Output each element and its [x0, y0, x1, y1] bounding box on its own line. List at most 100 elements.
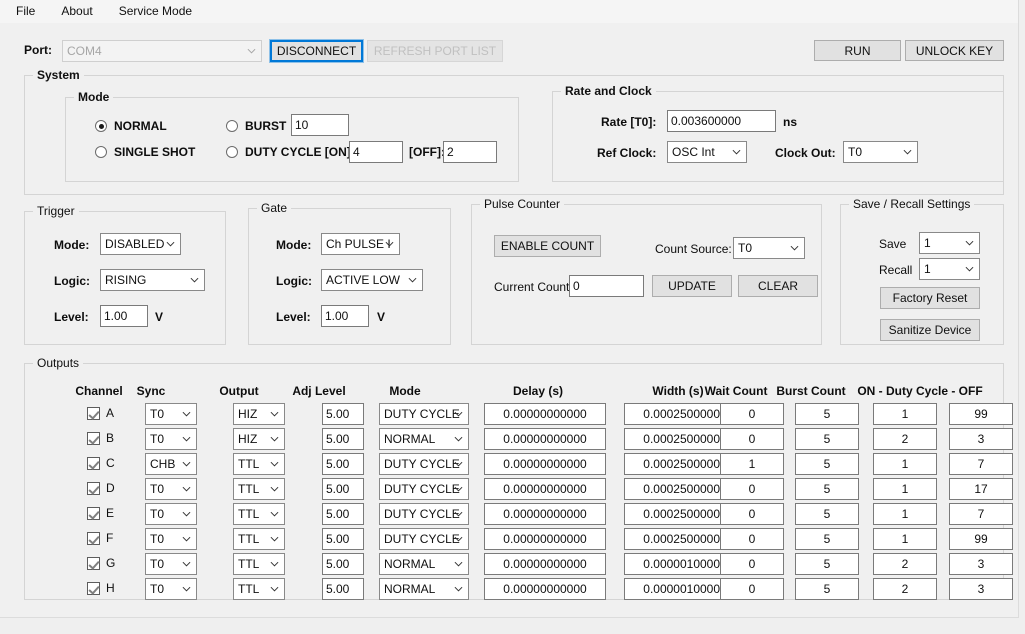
- duty-on-input[interactable]: 4: [349, 141, 403, 163]
- adj-level-input-h[interactable]: 5.00: [322, 578, 364, 600]
- burst-count-input-h[interactable]: 5: [795, 578, 859, 600]
- delay-input-b[interactable]: 0.00000000000: [484, 428, 606, 450]
- radio-single-shot[interactable]: SINGLE SHOT: [95, 145, 195, 159]
- channel-enable-checkbox-g[interactable]: [87, 557, 100, 570]
- mode-combobox-f[interactable]: DUTY CYCLE: [379, 528, 469, 550]
- refresh-port-list-button[interactable]: REFRESH PORT LIST: [367, 40, 503, 62]
- delay-input-a[interactable]: 0.00000000000: [484, 403, 606, 425]
- duty-off-input-e[interactable]: 7: [949, 503, 1013, 525]
- duty-on-input-f[interactable]: 1: [873, 528, 937, 550]
- burst-count-input-d[interactable]: 5: [795, 478, 859, 500]
- adj-level-input-c[interactable]: 5.00: [322, 453, 364, 475]
- menu-item-about[interactable]: About: [59, 2, 104, 21]
- channel-enable-checkbox-a[interactable]: [87, 407, 100, 420]
- delay-input-g[interactable]: 0.00000000000: [484, 553, 606, 575]
- radio-burst[interactable]: BURST: [226, 119, 286, 133]
- burst-count-input-c[interactable]: 5: [795, 453, 859, 475]
- enable-count-button[interactable]: ENABLE COUNT: [494, 235, 601, 257]
- recall-slot-combobox[interactable]: 1: [919, 258, 980, 280]
- sanitize-device-button[interactable]: Sanitize Device: [880, 319, 980, 341]
- sync-combobox-f[interactable]: T0: [145, 528, 197, 550]
- channel-enable-checkbox-f[interactable]: [87, 532, 100, 545]
- adj-level-input-g[interactable]: 5.00: [322, 553, 364, 575]
- duty-on-input-c[interactable]: 1: [873, 453, 937, 475]
- wait-count-input-a[interactable]: 0: [720, 403, 784, 425]
- mode-combobox-a[interactable]: DUTY CYCLE: [379, 403, 469, 425]
- adj-level-input-d[interactable]: 5.00: [322, 478, 364, 500]
- duty-off-input-g[interactable]: 3: [949, 553, 1013, 575]
- sync-combobox-g[interactable]: T0: [145, 553, 197, 575]
- wait-count-input-b[interactable]: 0: [720, 428, 784, 450]
- save-slot-combobox[interactable]: 1: [919, 232, 980, 254]
- wait-count-input-c[interactable]: 1: [720, 453, 784, 475]
- output-combobox-e[interactable]: TTL: [233, 503, 285, 525]
- duty-on-input-d[interactable]: 1: [873, 478, 937, 500]
- factory-reset-button[interactable]: Factory Reset: [880, 287, 980, 309]
- unlock-key-button[interactable]: UNLOCK KEY: [905, 40, 1004, 61]
- burst-count-input-f[interactable]: 5: [795, 528, 859, 550]
- channel-enable-checkbox-e[interactable]: [87, 507, 100, 520]
- radio-normal[interactable]: NORMAL: [95, 119, 167, 133]
- duty-off-input-c[interactable]: 7: [949, 453, 1013, 475]
- output-combobox-d[interactable]: TTL: [233, 478, 285, 500]
- trigger-logic-combobox[interactable]: RISING: [100, 269, 205, 291]
- mode-combobox-c[interactable]: DUTY CYCLE: [379, 453, 469, 475]
- duty-on-input-h[interactable]: 2: [873, 578, 937, 600]
- adj-level-input-a[interactable]: 5.00: [322, 403, 364, 425]
- duty-off-input-d[interactable]: 17: [949, 478, 1013, 500]
- burst-count-input-b[interactable]: 5: [795, 428, 859, 450]
- duty-off-input-f[interactable]: 99: [949, 528, 1013, 550]
- port-combobox[interactable]: COM4: [62, 40, 262, 62]
- mode-combobox-e[interactable]: DUTY CYCLE: [379, 503, 469, 525]
- duty-on-input-a[interactable]: 1: [873, 403, 937, 425]
- output-combobox-g[interactable]: TTL: [233, 553, 285, 575]
- channel-enable-checkbox-b[interactable]: [87, 432, 100, 445]
- channel-enable-checkbox-c[interactable]: [87, 457, 100, 470]
- wait-count-input-g[interactable]: 0: [720, 553, 784, 575]
- adj-level-input-f[interactable]: 5.00: [322, 528, 364, 550]
- delay-input-e[interactable]: 0.00000000000: [484, 503, 606, 525]
- run-button[interactable]: RUN: [814, 40, 901, 61]
- sync-combobox-c[interactable]: CHB: [145, 453, 197, 475]
- output-combobox-h[interactable]: TTL: [233, 578, 285, 600]
- duty-off-input-h[interactable]: 3: [949, 578, 1013, 600]
- output-combobox-a[interactable]: HIZ: [233, 403, 285, 425]
- duty-on-input-e[interactable]: 1: [873, 503, 937, 525]
- gate-logic-combobox[interactable]: ACTIVE LOW: [321, 269, 423, 291]
- menu-item-service-mode[interactable]: Service Mode: [117, 2, 204, 21]
- mode-combobox-b[interactable]: NORMAL: [379, 428, 469, 450]
- duty-off-input-b[interactable]: 3: [949, 428, 1013, 450]
- sync-combobox-h[interactable]: T0: [145, 578, 197, 600]
- ref-clock-combobox[interactable]: OSC Int: [667, 141, 747, 163]
- duty-off-input[interactable]: 2: [443, 141, 497, 163]
- radio-duty-cycle[interactable]: DUTY CYCLE [ON]: [226, 145, 351, 159]
- output-combobox-f[interactable]: TTL: [233, 528, 285, 550]
- adj-level-input-e[interactable]: 5.00: [322, 503, 364, 525]
- menu-item-file[interactable]: File: [14, 2, 47, 21]
- burst-count-input-e[interactable]: 5: [795, 503, 859, 525]
- mode-combobox-h[interactable]: NORMAL: [379, 578, 469, 600]
- sync-combobox-a[interactable]: T0: [145, 403, 197, 425]
- gate-mode-combobox[interactable]: Ch PULSE I: [321, 233, 400, 255]
- wait-count-input-d[interactable]: 0: [720, 478, 784, 500]
- clear-count-button[interactable]: CLEAR: [738, 275, 818, 297]
- current-count-input[interactable]: 0: [569, 275, 644, 297]
- channel-enable-checkbox-d[interactable]: [87, 482, 100, 495]
- channel-enable-checkbox-h[interactable]: [87, 582, 100, 595]
- count-source-combobox[interactable]: T0: [733, 237, 805, 259]
- sync-combobox-e[interactable]: T0: [145, 503, 197, 525]
- burst-count-input[interactable]: 10: [291, 114, 349, 136]
- sync-combobox-d[interactable]: T0: [145, 478, 197, 500]
- delay-input-f[interactable]: 0.00000000000: [484, 528, 606, 550]
- clock-out-combobox[interactable]: T0: [843, 141, 918, 163]
- rate-input[interactable]: 0.003600000: [667, 110, 776, 132]
- delay-input-d[interactable]: 0.00000000000: [484, 478, 606, 500]
- delay-input-c[interactable]: 0.00000000000: [484, 453, 606, 475]
- burst-count-input-a[interactable]: 5: [795, 403, 859, 425]
- wait-count-input-e[interactable]: 0: [720, 503, 784, 525]
- mode-combobox-g[interactable]: NORMAL: [379, 553, 469, 575]
- trigger-mode-combobox[interactable]: DISABLED: [100, 233, 181, 255]
- mode-combobox-d[interactable]: DUTY CYCLE: [379, 478, 469, 500]
- update-count-button[interactable]: UPDATE: [652, 275, 732, 297]
- gate-level-input[interactable]: 1.00: [321, 305, 369, 327]
